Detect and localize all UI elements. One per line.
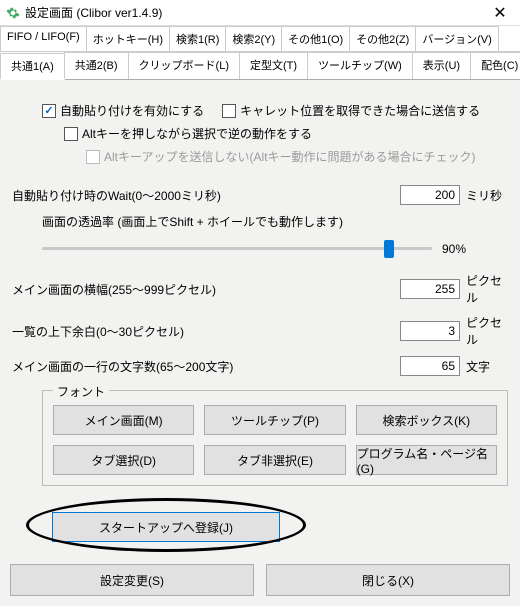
tab-common2[interactable]: 共通2(B) xyxy=(64,52,129,79)
checkbox-label: Altキーを押しながら選択で逆の動作をする xyxy=(82,125,312,142)
tab-tooltip[interactable]: ツールチップ(W) xyxy=(307,52,413,79)
tab-other1[interactable]: その他1(O) xyxy=(281,26,350,51)
gear-icon xyxy=(6,6,20,20)
font-tab-sel-button[interactable]: タブ選択(D) xyxy=(53,445,194,475)
field-label-wait: 自動貼り付け時のWait(0～2000ミリ秒) xyxy=(12,187,400,204)
font-tab-unsel-button[interactable]: タブ非選択(E) xyxy=(204,445,345,475)
tab-common1[interactable]: 共通1(A) xyxy=(0,53,65,80)
unit-label: 文字 xyxy=(466,358,508,375)
tab-version[interactable]: バージョン(V) xyxy=(415,26,498,51)
field-label-chars: メイン画面の一行の文字数(65～200文字) xyxy=(12,358,400,375)
tab-search1[interactable]: 検索1(R) xyxy=(169,26,226,51)
tab-row-2: 共通1(A) 共通2(B) クリップボード(L) 定型文(T) ツールチップ(W… xyxy=(0,52,520,80)
tab-row-1: FIFO / LIFO(F) ホットキー(H) 検索1(R) 検索2(Y) その… xyxy=(0,26,520,52)
tab-template[interactable]: 定型文(T) xyxy=(239,52,308,79)
close-dialog-button[interactable]: 閉じる(X) xyxy=(266,564,510,596)
bottom-bar: 設定変更(S) 閉じる(X) xyxy=(0,554,520,606)
font-main-button[interactable]: メイン画面(M) xyxy=(53,405,194,435)
tab-other2[interactable]: その他2(Z) xyxy=(349,26,416,51)
input-margin[interactable] xyxy=(400,321,460,341)
unit-label: ピクセル xyxy=(466,314,508,348)
font-searchbox-button[interactable]: 検索ボックス(K) xyxy=(356,405,497,435)
tab-color[interactable]: 配色(C) xyxy=(470,52,520,79)
checkbox-label: キャレット位置を取得できた場合に送信する xyxy=(240,102,480,119)
tab-clipboard[interactable]: クリップボード(L) xyxy=(128,52,240,79)
titlebar: 設定画面 (Clibor ver1.4.9) ✕ xyxy=(0,0,520,26)
tab-fifo[interactable]: FIFO / LIFO(F) xyxy=(0,26,87,51)
fieldset-legend: フォント xyxy=(53,383,109,400)
input-width[interactable] xyxy=(400,279,460,299)
input-wait[interactable] xyxy=(400,185,460,205)
input-chars[interactable] xyxy=(400,356,460,376)
window-title: 設定画面 (Clibor ver1.4.9) xyxy=(25,4,480,21)
opacity-slider[interactable] xyxy=(42,236,432,262)
unit-label: ピクセル xyxy=(466,272,508,306)
close-button[interactable]: ✕ xyxy=(480,0,520,26)
checkbox-alt-reverse[interactable] xyxy=(64,127,78,141)
opacity-value: 90% xyxy=(442,242,466,256)
font-progpage-button[interactable]: プログラム名・ページ名(G) xyxy=(356,445,497,475)
checkbox-label-disabled: Altキーアップを送信しない(Altキー動作に問題がある場合にチェック) xyxy=(104,148,476,165)
content-panel: ✓ 自動貼り付けを有効にする キャレット位置を取得できた場合に送信する Altキ… xyxy=(0,80,520,554)
checkbox-alt-keyup xyxy=(86,150,100,164)
field-label-margin: 一覧の上下余白(0～30ピクセル) xyxy=(12,323,400,340)
font-fieldset: フォント メイン画面(M) ツールチップ(P) 検索ボックス(K) タブ選択(D… xyxy=(42,390,508,486)
checkbox-caret[interactable] xyxy=(222,104,236,118)
font-tooltip-button[interactable]: ツールチップ(P) xyxy=(204,405,345,435)
checkbox-auto-paste[interactable]: ✓ xyxy=(42,104,56,118)
unit-label: ミリ秒 xyxy=(466,187,508,204)
checkbox-label: 自動貼り付けを有効にする xyxy=(60,102,204,119)
startup-register-button[interactable]: スタートアップへ登録(J) xyxy=(52,512,280,542)
field-label-opacity: 画面の透過率 (画面上でShift + ホイールでも動作します) xyxy=(42,213,508,230)
apply-button[interactable]: 設定変更(S) xyxy=(10,564,254,596)
tab-hotkey[interactable]: ホットキー(H) xyxy=(86,26,170,51)
tab-display[interactable]: 表示(U) xyxy=(412,52,471,79)
tab-search2[interactable]: 検索2(Y) xyxy=(225,26,282,51)
field-label-width: メイン画面の横幅(255～999ピクセル) xyxy=(12,281,400,298)
